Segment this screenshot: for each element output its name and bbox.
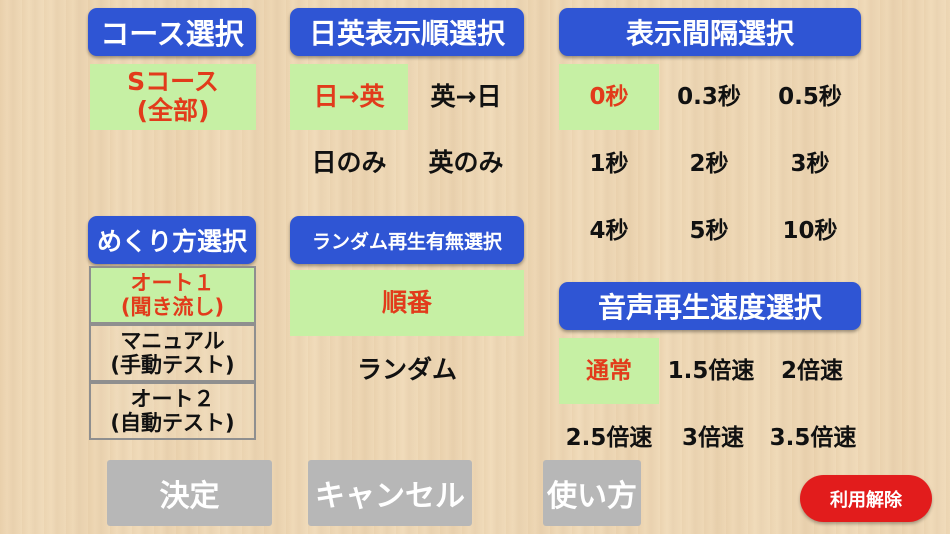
interval-option-0[interactable]: 0秒 — [559, 64, 659, 130]
release-button[interactable]: 利用解除 — [800, 475, 932, 522]
flip-option-manual-line1: マニュアル — [120, 328, 225, 353]
interval-option-5[interactable]: 5秒 — [659, 198, 759, 264]
interval-option-0-5[interactable]: 0.5秒 — [759, 64, 861, 130]
random-header: ランダム再生有無選択 — [290, 216, 524, 264]
speed-option-2[interactable]: 2倍速 — [763, 338, 861, 404]
speed-option-normal[interactable]: 通常 — [559, 338, 659, 404]
interval-option-0-3[interactable]: 0.3秒 — [659, 64, 759, 130]
howto-button[interactable]: 使い方 — [543, 460, 641, 526]
flip-option-manual-line2: (手動テスト) — [110, 353, 235, 377]
flip-option-auto1-line1: オート１ — [130, 270, 215, 295]
flip-option-auto2-line1: オート２ — [130, 386, 215, 411]
order-option-en-only[interactable]: 英のみ — [408, 132, 524, 194]
flip-header: めくり方選択 — [88, 216, 256, 264]
interval-option-10[interactable]: 10秒 — [759, 198, 861, 264]
interval-option-3[interactable]: 3秒 — [759, 132, 861, 196]
course-option-s[interactable]: Sコース (全部) — [90, 64, 256, 130]
speed-option-3-5[interactable]: 3.5倍速 — [761, 406, 865, 470]
order-option-ja-only[interactable]: 日のみ — [290, 132, 408, 194]
cancel-button[interactable]: キャンセル — [308, 460, 472, 526]
interval-option-1[interactable]: 1秒 — [559, 132, 659, 196]
course-header: コース選択 — [88, 8, 256, 56]
course-option-line2: (全部) — [136, 96, 210, 125]
order-header: 日英表示順選択 — [290, 8, 524, 56]
random-option-random[interactable]: ランダム — [290, 338, 524, 402]
speed-option-3[interactable]: 3倍速 — [665, 406, 761, 470]
flip-option-auto1-line2: (聞き流し) — [120, 295, 225, 319]
interval-option-4[interactable]: 4秒 — [559, 198, 659, 264]
interval-header: 表示間隔選択 — [559, 8, 861, 56]
order-option-en-ja[interactable]: 英→日 — [408, 64, 524, 130]
interval-option-2[interactable]: 2秒 — [659, 132, 759, 196]
flip-option-manual[interactable]: マニュアル (手動テスト) — [89, 324, 256, 382]
flip-option-auto2[interactable]: オート２ (自動テスト) — [89, 382, 256, 440]
random-option-order[interactable]: 順番 — [290, 270, 524, 336]
flip-option-auto2-line2: (自動テスト) — [110, 411, 235, 435]
course-option-line1: Sコース — [127, 67, 219, 97]
speed-header: 音声再生速度選択 — [559, 282, 861, 330]
speed-option-1-5[interactable]: 1.5倍速 — [659, 338, 763, 404]
order-option-ja-en[interactable]: 日→英 — [290, 64, 408, 130]
decide-button[interactable]: 決定 — [107, 460, 272, 526]
flip-option-auto1[interactable]: オート１ (聞き流し) — [89, 266, 256, 324]
